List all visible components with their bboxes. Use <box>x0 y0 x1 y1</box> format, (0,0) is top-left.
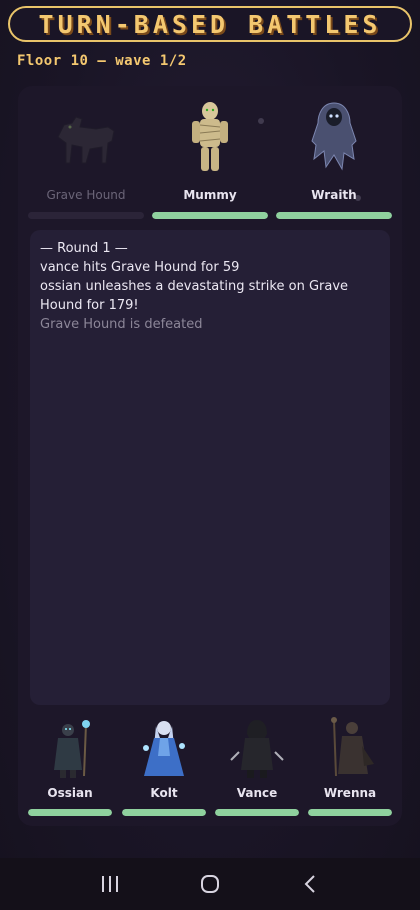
enemy-mummy[interactable]: Mummy <box>152 96 268 220</box>
hero-hp-bar <box>28 809 112 816</box>
hero-kolt[interactable]: Kolt <box>122 716 206 816</box>
enemy-hp-bar <box>276 212 392 219</box>
hero-name: Wrenna <box>323 786 377 800</box>
enemy-name: Grave Hound <box>46 188 126 202</box>
hero-name: Ossian <box>47 786 93 800</box>
enemy-name: Mummy <box>183 188 237 202</box>
enemy-hp-fill <box>152 212 268 219</box>
battle-screen: TURN-BASED BATTLES Floor 10 — wave 1/2 G… <box>0 0 420 910</box>
enemy-name: Wraith <box>311 188 357 202</box>
hero-hp-bar <box>215 809 299 816</box>
mage-icon <box>40 716 100 780</box>
hero-hp-bar <box>122 809 206 816</box>
battle-log[interactable]: — Round 1 — vance hits Grave Hound for 5… <box>30 230 390 705</box>
log-entry: vance hits Grave Hound for 59 <box>40 260 240 275</box>
hero-hp-fill <box>308 809 392 816</box>
hero-ossian[interactable]: Ossian <box>28 716 112 816</box>
log-round-header: — Round 1 — <box>40 241 128 256</box>
hero-name: Kolt <box>150 786 178 800</box>
recent-apps-icon[interactable] <box>90 864 130 904</box>
hero-hp-fill <box>122 809 206 816</box>
enemy-hp-bar <box>152 212 268 219</box>
log-entry-defeated: Grave Hound is defeated <box>40 317 203 332</box>
hero-name: Vance <box>236 786 278 800</box>
hound-icon <box>46 96 126 178</box>
enemy-hp-fill <box>276 212 392 219</box>
druid-icon <box>320 716 380 780</box>
ice-sorceress-icon <box>134 716 194 780</box>
floor-wave-indicator: Floor 10 — wave 1/2 <box>17 53 187 69</box>
enemy-wraith[interactable]: Wraith <box>276 96 392 220</box>
hero-hp-bar <box>308 809 392 816</box>
hero-hp-fill <box>215 809 299 816</box>
game-title: TURN-BASED BATTLES <box>38 9 382 39</box>
enemy-grave-hound[interactable]: Grave Hound <box>28 96 144 220</box>
hero-hp-fill <box>28 809 112 816</box>
mummy-icon <box>170 96 250 178</box>
title-banner: TURN-BASED BATTLES <box>8 6 412 42</box>
hero-wrenna[interactable]: Wrenna <box>308 716 392 816</box>
system-nav-bar <box>0 858 420 910</box>
rogue-icon <box>227 716 287 780</box>
wraith-icon <box>294 96 374 178</box>
back-icon[interactable] <box>290 864 330 904</box>
hero-vance[interactable]: Vance <box>215 716 299 816</box>
enemy-hp-bar <box>28 212 144 219</box>
log-entry: ossian unleashes a devastating strike on… <box>40 279 349 313</box>
home-icon[interactable] <box>190 864 230 904</box>
